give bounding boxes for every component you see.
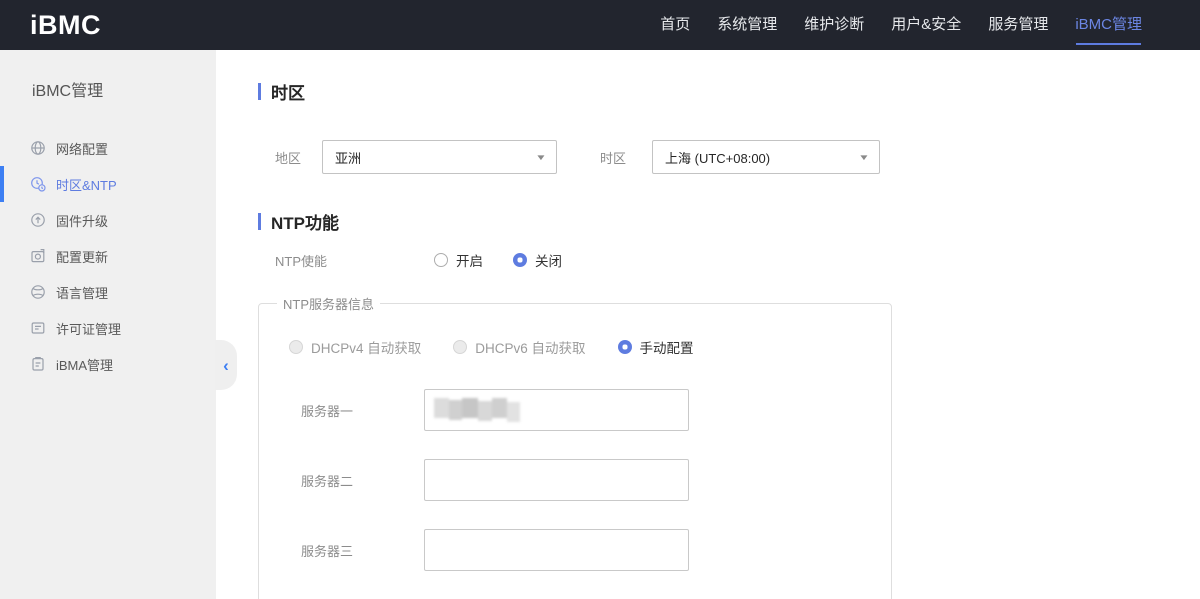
config-update-icon <box>30 248 46 264</box>
nav-item-user-security[interactable]: 用户&安全 <box>891 0 961 50</box>
ntp-enable-on-radio[interactable]: 开启 <box>434 250 483 270</box>
radio-label: 关闭 <box>535 250 562 270</box>
redacted-value <box>434 398 520 418</box>
radio-label: 手动配置 <box>640 337 694 357</box>
timezone-select-value: 上海 (UTC+08:00) <box>665 148 770 167</box>
server-two-label: 服务器二 <box>301 471 424 490</box>
server-one-input-wrap <box>424 389 689 431</box>
sidebar-item-label: 网络配置 <box>56 139 108 158</box>
radio-label: 开启 <box>456 250 483 270</box>
region-select[interactable]: 亚洲 ▼ <box>322 140 557 174</box>
title-accent-bar <box>258 213 261 230</box>
sidebar-item-label: 许可证管理 <box>56 319 121 338</box>
sidebar-item-ibma[interactable]: iBMA管理 <box>0 346 216 382</box>
sidebar-item-firmware-upgrade[interactable]: 固件升级 <box>0 202 216 238</box>
network-icon <box>30 140 46 156</box>
sidebar: iBMC管理 网络配置 时区&NTP <box>0 50 216 599</box>
region-label: 地区 <box>275 148 322 167</box>
timezone-select[interactable]: 上海 (UTC+08:00) ▼ <box>652 140 880 174</box>
server-three-input-wrap <box>424 529 689 571</box>
radio-disabled-icon <box>453 340 467 354</box>
sidebar-item-license[interactable]: 许可证管理 <box>0 310 216 346</box>
radio-disabled-icon <box>289 340 303 354</box>
redact-block <box>507 402 520 422</box>
redact-block <box>434 398 449 418</box>
sidebar-item-label: 配置更新 <box>56 247 108 266</box>
section-title-timezone: 时区 <box>258 81 1200 101</box>
server-three-input[interactable] <box>424 529 689 571</box>
nav-item-ibmc[interactable]: iBMC管理 <box>1075 0 1142 50</box>
sidebar-item-label: iBMA管理 <box>56 355 113 374</box>
server-one-row: 服务器一 <box>301 389 891 431</box>
server-one-label: 服务器一 <box>301 401 424 420</box>
ntp-server-group: NTP服务器信息 DHCPv4 自动获取 DHCPv6 自动获取 手动配置 <box>258 294 892 599</box>
top-header: iBMC 首页 系统管理 维护诊断 用户&安全 服务管理 iBMC管理 <box>0 0 1200 50</box>
sidebar-item-timezone-ntp[interactable]: 时区&NTP <box>0 166 216 202</box>
sidebar-title: iBMC管理 <box>32 77 216 101</box>
dhcpv4-auto-radio[interactable]: DHCPv4 自动获取 <box>289 337 421 357</box>
nav-item-home[interactable]: 首页 <box>660 0 690 50</box>
manual-config-radio[interactable]: 手动配置 <box>618 337 694 357</box>
ntp-server-group-legend: NTP服务器信息 <box>277 294 380 313</box>
timezone-section: 时区 地区 亚洲 ▼ 时区 上海 (UTC+08:00) ▼ <box>258 81 1200 174</box>
title-accent-bar <box>258 83 261 100</box>
sidebar-item-language[interactable]: 语言管理 <box>0 274 216 310</box>
radio-selected-icon <box>618 340 632 354</box>
section-title-text: NTP功能 <box>271 209 339 234</box>
timezone-icon <box>30 176 46 192</box>
language-icon <box>30 284 46 300</box>
server-two-row: 服务器二 <box>301 459 891 501</box>
main-content: 时区 地区 亚洲 ▼ 时区 上海 (UTC+08:00) ▼ NTP功能 <box>216 50 1200 599</box>
ntp-section: NTP功能 NTP使能 开启 关闭 NTP服务器信息 <box>258 211 1200 599</box>
sidebar-item-label: 语言管理 <box>56 283 108 302</box>
server-two-input[interactable] <box>424 459 689 501</box>
nav-item-maintenance[interactable]: 维护诊断 <box>804 0 864 50</box>
caret-down-icon: ▼ <box>858 153 870 162</box>
redact-block <box>462 398 478 418</box>
section-title-ntp: NTP功能 <box>258 211 1200 231</box>
region-select-value: 亚洲 <box>335 148 361 167</box>
radio-unselected-icon <box>434 253 448 267</box>
ibma-icon <box>30 356 46 372</box>
server-three-label: 服务器三 <box>301 541 424 560</box>
server-two-input-wrap <box>424 459 689 501</box>
dhcpv6-auto-radio[interactable]: DHCPv6 自动获取 <box>453 337 585 357</box>
ntp-server-mode-radio-group: DHCPv4 自动获取 DHCPv6 自动获取 手动配置 <box>289 337 891 357</box>
radio-label: DHCPv4 自动获取 <box>311 337 421 357</box>
radio-selected-icon <box>513 253 527 267</box>
redact-block <box>449 400 462 420</box>
nav-item-system[interactable]: 系统管理 <box>717 0 777 50</box>
ntp-enable-row: NTP使能 开启 关闭 <box>258 252 1200 268</box>
nav-item-service[interactable]: 服务管理 <box>988 0 1048 50</box>
timezone-form-row: 地区 亚洲 ▼ 时区 上海 (UTC+08:00) ▼ <box>258 140 1200 174</box>
sidebar-collapse-toggle[interactable]: ‹ <box>215 340 237 390</box>
timezone-label: 时区 <box>600 148 652 167</box>
sidebar-item-network[interactable]: 网络配置 <box>0 130 216 166</box>
ntp-enable-off-radio[interactable]: 关闭 <box>513 250 562 270</box>
sidebar-menu: 网络配置 时区&NTP 固件升级 <box>0 130 216 382</box>
section-title-text: 时区 <box>271 79 305 104</box>
top-nav: 首页 系统管理 维护诊断 用户&安全 服务管理 iBMC管理 <box>660 0 1142 50</box>
ntp-enable-radio-group: 开启 关闭 <box>434 250 562 270</box>
radio-label: DHCPv6 自动获取 <box>475 337 585 357</box>
redact-block <box>492 398 507 418</box>
ntp-enable-label: NTP使能 <box>275 251 434 270</box>
license-icon <box>30 320 46 336</box>
firmware-upgrade-icon <box>30 212 46 228</box>
sidebar-item-label: 固件升级 <box>56 211 108 230</box>
sidebar-item-config-update[interactable]: 配置更新 <box>0 238 216 274</box>
app-logo: iBMC <box>30 10 101 41</box>
caret-down-icon: ▼ <box>535 153 547 162</box>
server-three-row: 服务器三 <box>301 529 891 571</box>
chevron-left-icon: ‹ <box>223 357 229 374</box>
redact-block <box>478 401 492 421</box>
sidebar-item-label: 时区&NTP <box>56 175 117 194</box>
